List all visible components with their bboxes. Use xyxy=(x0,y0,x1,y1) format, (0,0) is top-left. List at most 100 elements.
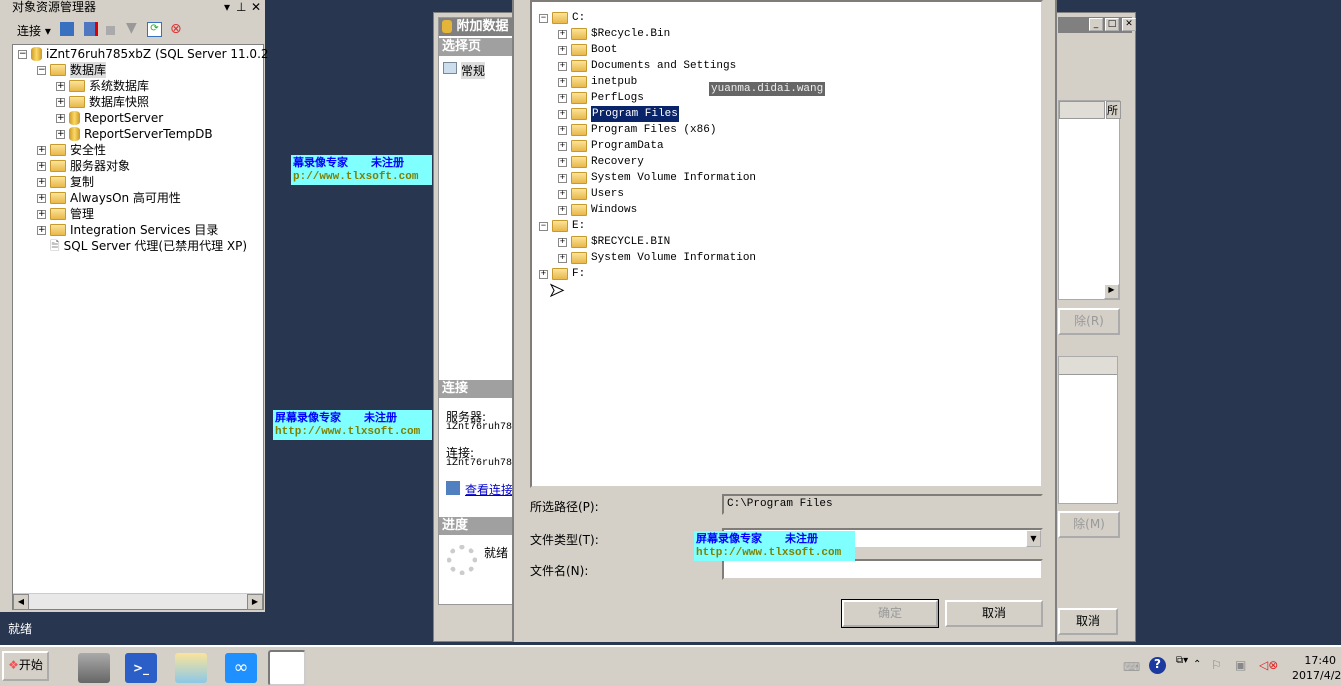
tree-item[interactable]: + 管理 xyxy=(37,206,94,222)
help-icon[interactable]: ? xyxy=(1149,657,1166,674)
tree-item[interactable]: + Boot xyxy=(558,42,617,58)
chevron-down-icon[interactable]: ▼ xyxy=(1026,530,1041,547)
expand-icon[interactable]: + xyxy=(558,93,567,103)
tree-item[interactable]: + Program Files xyxy=(558,106,679,122)
tree-item[interactable]: + Recovery xyxy=(558,154,644,170)
close-icon[interactable]: ✕ xyxy=(251,0,261,15)
tree-item[interactable]: + PerfLogs xyxy=(558,90,644,106)
tree-item[interactable]: + 系统数据库 xyxy=(56,78,149,94)
expand-icon[interactable]: + xyxy=(37,209,46,219)
expand-icon[interactable]: + xyxy=(558,237,567,247)
powershell-icon[interactable]: >_ xyxy=(125,653,157,683)
scroll-right-button[interactable]: ▶ xyxy=(1104,284,1119,299)
remove-button[interactable]: 除(R) xyxy=(1058,308,1120,335)
view-connection-link[interactable]: 查看连接 xyxy=(446,481,513,498)
expand-icon[interactable]: + xyxy=(558,45,567,55)
details-list[interactable] xyxy=(1058,356,1118,504)
expand-icon[interactable]: + xyxy=(558,141,567,151)
stop-icon[interactable] xyxy=(106,26,115,35)
collapse-icon[interactable]: − xyxy=(18,49,27,59)
clock[interactable]: 17:402017/4/21 xyxy=(1292,653,1341,683)
baidu-cloud-icon[interactable]: ∞ xyxy=(225,653,257,683)
collapse-icon[interactable]: − xyxy=(37,65,46,75)
flag-icon[interactable]: ⚐ xyxy=(1211,658,1222,672)
expand-icon[interactable]: + xyxy=(558,29,567,39)
filter-icon[interactable]: ▼ xyxy=(126,20,137,36)
expand-icon[interactable]: + xyxy=(37,161,46,171)
horizontal-scrollbar[interactable]: ◀ ▶ xyxy=(13,593,263,610)
remove-detail-button[interactable]: 除(M) xyxy=(1058,511,1120,538)
tree-item[interactable]: + $Recycle.Bin xyxy=(558,26,670,42)
tree-item[interactable]: − C: xyxy=(539,10,585,26)
expand-icon[interactable]: + xyxy=(56,129,65,139)
volume-muted-icon[interactable]: ◁⊗ xyxy=(1259,658,1278,672)
expand-icon[interactable]: + xyxy=(37,177,46,187)
collapse-icon[interactable]: − xyxy=(539,221,548,231)
maximize-button[interactable]: □ xyxy=(1105,18,1119,31)
keyboard-icon[interactable]: ⌨ xyxy=(1123,660,1140,674)
stop-activity-icon[interactable]: ⊗ xyxy=(170,21,182,37)
expand-icon[interactable]: + xyxy=(558,205,567,215)
scroll-left-button[interactable]: ◀ xyxy=(13,594,29,610)
tree-item[interactable]: + inetpub xyxy=(558,74,637,90)
explorer-icon[interactable] xyxy=(175,653,207,683)
tree-item[interactable]: − iZnt76ruh785xbZ (SQL Server 11.0.2 xyxy=(18,46,269,62)
restore-icon[interactable]: ⧉▾ xyxy=(1176,655,1188,666)
expand-icon[interactable]: + xyxy=(37,225,46,235)
network-icon[interactable]: ▣ xyxy=(1235,658,1246,672)
expand-icon[interactable]: + xyxy=(56,113,65,123)
refresh-icon[interactable]: ⟳ xyxy=(147,22,162,37)
minimize-button[interactable]: _ xyxy=(1089,18,1103,31)
expand-icon[interactable]: + xyxy=(558,77,567,87)
tree-item[interactable]: + Users xyxy=(558,186,624,202)
expand-icon[interactable]: + xyxy=(558,157,567,167)
tree-item[interactable]: + 复制 xyxy=(37,174,94,190)
expand-icon[interactable]: + xyxy=(558,189,567,199)
tree-item[interactable]: + $RECYCLE.BIN xyxy=(558,234,670,250)
column-header[interactable] xyxy=(1059,101,1105,119)
tree-item[interactable]: + ReportServerTempDB xyxy=(56,126,213,142)
tree-item[interactable]: − 数据库 xyxy=(37,62,107,78)
scroll-right-button[interactable]: ▶ xyxy=(247,594,263,610)
tree-item[interactable]: + Integration Services 目录 xyxy=(37,222,218,238)
expand-icon[interactable]: + xyxy=(37,193,46,203)
connect-button[interactable]: 连接 ▾ xyxy=(17,24,51,38)
tree-item[interactable]: + ProgramData xyxy=(558,138,664,154)
tree-item[interactable]: + ReportServer xyxy=(56,110,163,126)
tree-item[interactable]: + 安全性 xyxy=(37,142,106,158)
tree-item[interactable]: + 服务器对象 xyxy=(37,158,130,174)
database-list[interactable]: 所 ▶ xyxy=(1058,100,1121,300)
expand-icon[interactable]: + xyxy=(56,97,65,107)
expand-icon[interactable]: + xyxy=(558,125,567,135)
expand-icon[interactable]: + xyxy=(56,81,65,91)
attach-cancel-button[interactable]: 取消 xyxy=(1058,608,1118,635)
expand-icon[interactable]: + xyxy=(539,269,548,279)
folder-tree[interactable]: − C: + $Recycle.Bin + Boot + Documents and Sett… xyxy=(530,0,1043,488)
close-button[interactable]: ✕ xyxy=(1122,18,1136,31)
file-name-input[interactable] xyxy=(722,559,1043,580)
tree-item[interactable]: + Documents and Settings xyxy=(558,58,736,74)
ok-button[interactable]: 确定 xyxy=(841,599,939,628)
dropdown-icon[interactable]: ▾ xyxy=(224,0,230,15)
tree-item[interactable]: − E: xyxy=(539,218,585,234)
connect-server-icon[interactable] xyxy=(60,22,74,36)
tree-item[interactable]: + System Volume Information xyxy=(558,170,756,186)
expand-icon[interactable]: + xyxy=(558,61,567,71)
expand-icon[interactable]: + xyxy=(37,145,46,155)
tree-item[interactable]: + Program Files (x86) xyxy=(558,122,716,138)
tree-item[interactable]: 🗎 SQL Server 代理(已禁用代理 XP) xyxy=(37,238,247,254)
column-header-owner[interactable]: 所 xyxy=(1106,101,1121,119)
expand-icon[interactable]: + xyxy=(558,109,567,119)
disconnect-icon[interactable] xyxy=(84,22,98,36)
expand-icon[interactable]: + xyxy=(558,253,567,263)
tree-item[interactable]: + AlwaysOn 高可用性 xyxy=(37,190,181,206)
tree-item[interactable]: + 数据库快照 xyxy=(56,94,149,110)
start-button[interactable]: ❖开始 xyxy=(2,651,49,681)
page-general[interactable]: 常规 xyxy=(443,62,486,79)
cancel-button[interactable]: 取消 xyxy=(945,600,1043,627)
ssms-icon[interactable] xyxy=(268,650,306,686)
show-hidden-icons[interactable]: ⌃ xyxy=(1193,659,1201,670)
pin-icon[interactable]: ⊥ xyxy=(236,0,246,15)
expand-icon[interactable]: + xyxy=(558,173,567,183)
collapse-icon[interactable]: − xyxy=(539,13,548,23)
